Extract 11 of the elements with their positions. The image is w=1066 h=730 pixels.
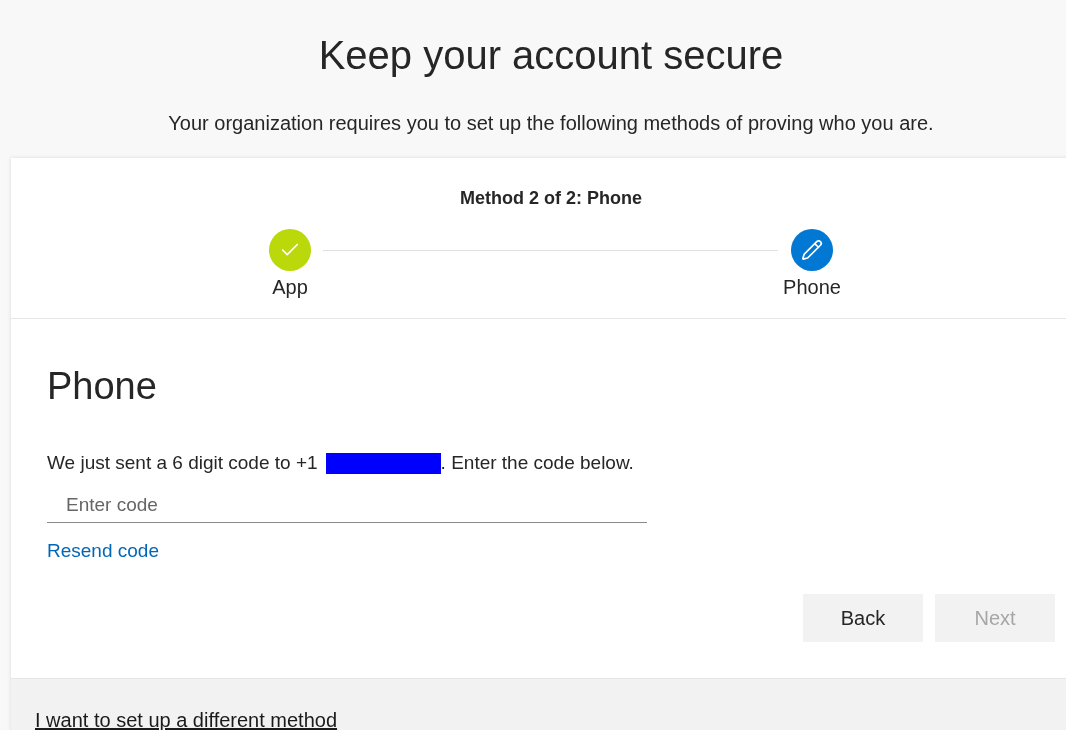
resend-code-link[interactable]: Resend code <box>47 538 159 564</box>
page-title: Keep your account secure <box>318 32 784 79</box>
page-subtitle: Your organization requires you to set up the following methods of proving who you are. <box>168 111 934 136</box>
step-label: Phone <box>783 275 841 300</box>
method-heading: Phone <box>47 364 157 409</box>
back-button[interactable]: Back <box>803 594 923 642</box>
instruction-text: We just sent a 6 digit code to +1 <box>47 451 318 475</box>
step-label: App <box>272 275 308 300</box>
instruction-text: . Enter the code below. <box>440 451 634 475</box>
progress-label: Method 2 of 2: Phone <box>460 187 642 210</box>
code-input[interactable]: Enter code <box>47 487 647 523</box>
